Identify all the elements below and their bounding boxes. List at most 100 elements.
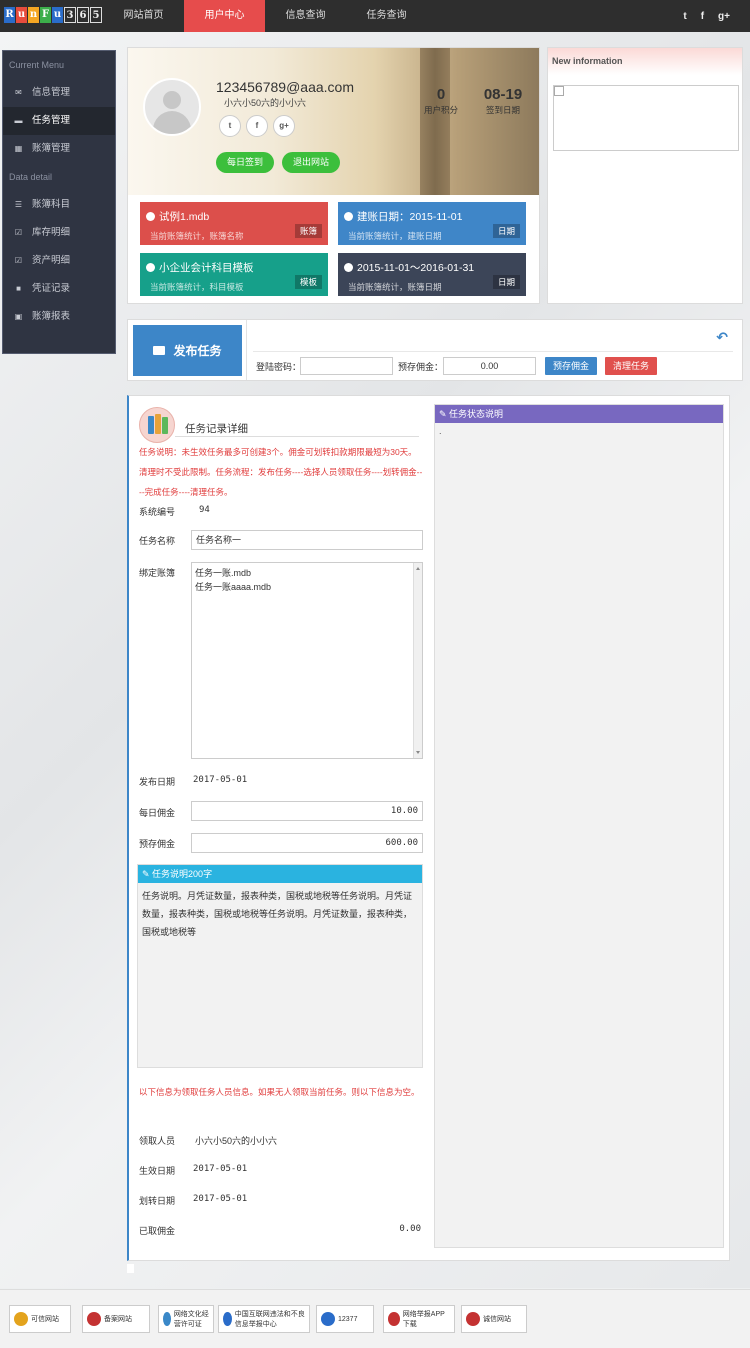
task-status-panel: ✎ 任务状态说明 . [434, 404, 724, 1248]
main-nav: 网站首页 用户中心 信息查询 任务查询 [103, 0, 427, 32]
listbox-scrollbar[interactable] [413, 563, 422, 758]
badge-logo-icon [14, 1312, 28, 1326]
nav-item-1[interactable]: 用户中心 [184, 0, 265, 32]
footer-badge-4[interactable]: 12377 [316, 1305, 374, 1333]
nav-item-3[interactable]: 任务查询 [346, 0, 427, 32]
google-plus-icon[interactable]: g+ [273, 115, 295, 137]
deposit-label: 预存佣金： [398, 362, 444, 372]
badge-logo-icon [388, 1312, 400, 1326]
deposit-commission-input[interactable]: 600.00 [191, 833, 423, 853]
folder-icon: ▬ [14, 116, 23, 125]
task-status-body: . [439, 426, 442, 436]
task-description-text: 任务说明。月凭证数量，报表种类，国税或地税等任务说明。月凭证数量，报表种类，国税… [142, 891, 413, 937]
task-status-title: 任务状态说明 [449, 409, 504, 419]
sidebar-item-items2-2[interactable]: ☑ 资产明细 [3, 247, 115, 275]
books-icon [139, 407, 175, 443]
publish-line [253, 351, 733, 352]
book-listbox[interactable]: 任务一账.mdb 任务一账aaaa.mdb [191, 562, 423, 759]
nav-item-0[interactable]: 网站首页 [103, 0, 184, 32]
deposit-input[interactable] [443, 357, 536, 375]
sidebar: Current Menu ✉ 信息管理 ▬ 任务管理 ▦ 账簿管理 Data detail… [2, 50, 116, 354]
logo-letter: F [40, 7, 51, 23]
stat-tile-0[interactable]: 试例1.mdb 当前账簿统计，账簿名称 账簿 [140, 202, 328, 245]
logo-letter: 3 [64, 7, 76, 23]
twitter-icon[interactable]: t [219, 115, 241, 137]
clear-task-button[interactable]: 清理任务 [605, 357, 657, 375]
checkin-stat: 08-19 签到日期 [480, 86, 526, 116]
broken-image-icon [554, 86, 564, 96]
list-item[interactable]: 任务一账aaaa.mdb [192, 580, 422, 594]
avatar [143, 78, 201, 136]
footer-badge-2[interactable]: 网络文化经营许可证 [158, 1305, 214, 1333]
footer-badge-label: 可信网站 [31, 1316, 59, 1323]
points-label: 用户积分 [423, 105, 458, 115]
publish-task-label: 发布任务 [173, 344, 222, 358]
footer-badge-5[interactable]: 网络举报APP下载 [383, 1305, 455, 1333]
scroll-down-icon[interactable] [416, 751, 420, 754]
gear-icon [146, 263, 155, 272]
logo-letter: 6 [77, 7, 89, 23]
points-stat: 0 用户积分 [420, 86, 462, 116]
sidebar-item-items2-0[interactable]: ☰ 账簿科目 [3, 191, 115, 219]
footer-badge-1[interactable]: 备案网站 [82, 1305, 150, 1333]
badge-logo-icon [321, 1312, 335, 1326]
tile-title: 建账日期：2015-11-01 [357, 211, 463, 223]
id-label: 系统编号 [139, 507, 176, 517]
facebook-icon[interactable]: f [246, 115, 268, 137]
gear-icon [344, 263, 353, 272]
effect-date-value: 2017-05-01 [193, 1164, 248, 1174]
google-plus-icon[interactable]: g+ [718, 11, 730, 22]
profile-name: 小六小50六的小小六 [224, 98, 307, 108]
sidebar-item-label: 账簿报表 [32, 311, 71, 322]
footer-badge-6[interactable]: 诚信网站 [461, 1305, 527, 1333]
logo-letter: 5 [90, 7, 102, 23]
sidebar-item-items1-2[interactable]: ▦ 账簿管理 [3, 135, 115, 163]
list-item[interactable]: 任务一账.mdb [192, 566, 422, 580]
footer-badge-3[interactable]: 中国互联网违法和不良信息举报中心 [218, 1305, 310, 1333]
sidebar-item-label: 库存明细 [32, 227, 71, 238]
task-name-input[interactable]: 任务名称一 [191, 530, 423, 550]
form-title: 任务记录详细 [185, 423, 248, 435]
check-square-icon: ☑ [14, 256, 23, 265]
taken-commission-value: 0.00 [399, 1224, 421, 1234]
new-information-panel: New information [547, 47, 743, 304]
book-label: 绑定账簿 [139, 568, 176, 578]
stat-tile-1[interactable]: 建账日期：2015-11-01 当前账簿统计，建账日期 日期 [338, 202, 526, 245]
twitter-icon[interactable]: t [683, 11, 686, 22]
logo-letter: u [16, 7, 27, 23]
logo-letter: u [52, 7, 63, 23]
publish-task-button[interactable]: 发布任务 [133, 325, 242, 376]
sidebar-item-items2-3[interactable]: ■ 凭证记录 [3, 275, 115, 303]
stat-tile-3[interactable]: 2015-11-01～2016-01-31 当前账簿统计，账簿日期 日期 [338, 253, 526, 296]
transfer-date-value: 2017-05-01 [193, 1194, 248, 1204]
sidebar-item-items2-4[interactable]: ▣ 账簿报表 [3, 303, 115, 331]
tile-title: 小企业会计科目模板 [159, 262, 254, 274]
sidebar-item-items2-1[interactable]: ☑ 库存明细 [3, 219, 115, 247]
badge-logo-icon [466, 1312, 480, 1326]
daily-commission-label: 每日佣金 [139, 808, 176, 818]
tile-title-row: 2015-11-01～2016-01-31 [344, 260, 526, 275]
profile-card: 123456789@aaa.com 小六小50六的小小六 t f g+ 每日签到 退… [127, 47, 540, 304]
id-value: 94 [199, 505, 210, 515]
password-input[interactable] [300, 357, 393, 375]
logo-letter: R [4, 7, 15, 23]
footer-badge-label: 中国互联网违法和不良信息举报中心 [234, 1311, 305, 1328]
scroll-up-icon[interactable] [416, 567, 420, 570]
logout-button[interactable]: 退出网站 [282, 152, 340, 173]
receiver-notice: 以下信息为领取任务人员信息。如果无人领取当前任务。则以下信息为空。 [139, 1087, 420, 1097]
transfer-date-label: 划转日期 [139, 1196, 176, 1206]
task-description-title: 任务说明200字 [152, 869, 213, 879]
facebook-icon[interactable]: f [701, 11, 704, 22]
sidebar-item-items1-1[interactable]: ▬ 任务管理 [3, 107, 115, 135]
daily-commission-input[interactable]: 10.00 [191, 801, 423, 821]
sidebar-item-items1-0[interactable]: ✉ 信息管理 [3, 79, 115, 107]
deposit-button[interactable]: 预存佣金 [545, 357, 597, 375]
stat-tile-2[interactable]: 小企业会计科目模板 当前账簿统计，科目模板 模板 [140, 253, 328, 296]
nav-item-2[interactable]: 信息查询 [265, 0, 346, 32]
task-description-box[interactable]: ✎ 任务说明200字 任务说明。月凭证数量，报表种类，国税或地税等任务说明。月凭… [137, 864, 423, 1068]
footer: 可信网站 备案网站 网络文化经营许可证 中国互联网违法和不良信息举报中心 12377 网络… [0, 1289, 750, 1348]
checkin-button[interactable]: 每日签到 [216, 152, 274, 173]
site-logo[interactable]: RunFu365 [4, 7, 103, 25]
back-arrow-icon[interactable]: ↶ [716, 329, 728, 346]
footer-badge-0[interactable]: 可信网站 [9, 1305, 71, 1333]
